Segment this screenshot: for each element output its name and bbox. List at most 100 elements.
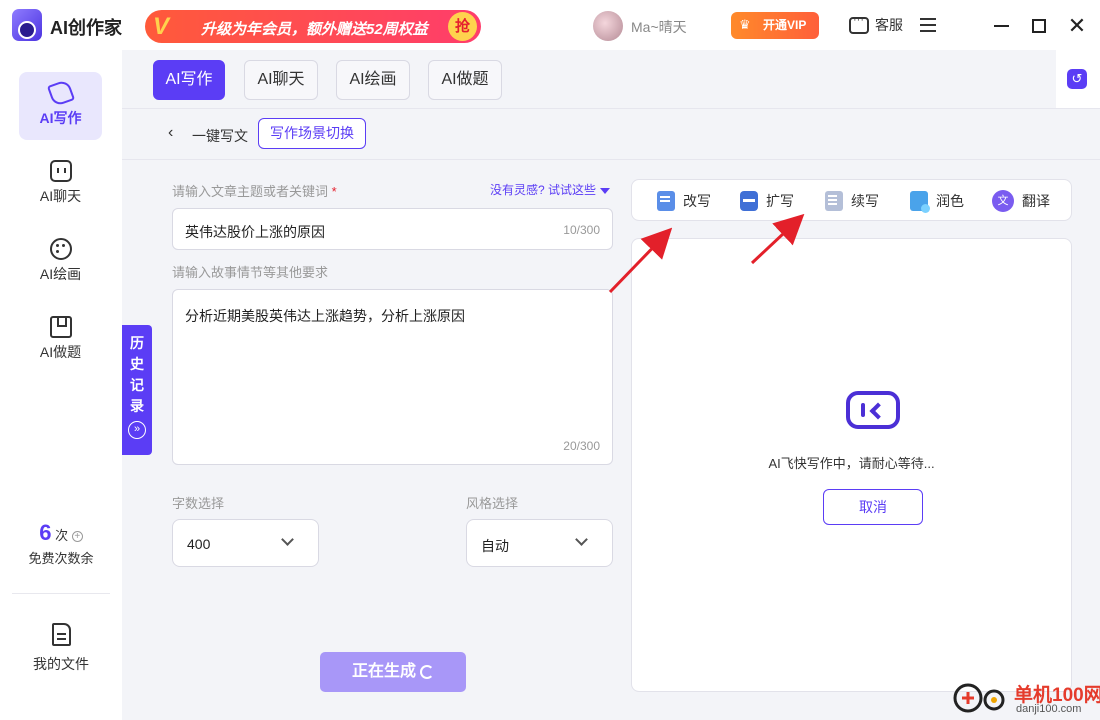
vip-button-label: 开通VIP [763,18,807,32]
inspiration-link[interactable]: 没有灵感? 试试这些 [490,181,611,198]
sidebar-item-label: AI做题 [39,344,82,360]
my-files-button[interactable]: 我的文件 [0,623,122,674]
add-credits-icon[interactable]: + [71,531,83,543]
generate-button[interactable]: 正在生成 [320,652,466,692]
inspiration-link-text: 没有灵感? 试试这些 [490,183,597,197]
translate-tool[interactable]: 文 翻译 [992,190,1050,212]
chevron-left-icon[interactable]: ‹ [168,124,173,142]
detail-label: 请输入故事情节等其他要求 [172,265,329,280]
loading-text: AI飞快写作中，请耐心等待... [768,456,935,471]
history-tab[interactable]: 历 史 记 录 » [122,325,152,455]
chat-bubble-icon [849,14,869,34]
tab-ai-chat[interactable]: AI聊天 [244,60,318,100]
double-chevron-right-icon: » [128,421,146,439]
tool-label: 翻译 [1022,193,1050,209]
promo-grab-badge[interactable]: 抢 [448,12,477,41]
service-label: 客服 [875,17,903,33]
history-char: 史 [130,356,144,372]
avatar[interactable] [593,11,623,41]
watermark: 单机100网 danji100.com [952,676,1100,720]
scene-switch-button[interactable]: 写作场景切换 [258,118,366,149]
history-char: 历 [130,335,144,351]
detail-textarea[interactable]: 分析近期美股英伟达上涨趋势，分析上涨原因 20/300 [172,289,613,465]
history-tab-label: 历 史 记 录 [122,333,152,417]
sidebar-item-ai-homework[interactable]: AI做题 [19,306,102,374]
translate-icon: 文 [992,190,1014,212]
sidebar-item-label: AI写作 [39,110,82,126]
tab-bar: AI写作 AI聊天 AI绘画 AI做题 ↺ [122,50,1100,109]
tool-label: 改写 [683,193,711,209]
watermark-url: danji100.com [1016,703,1082,715]
sidebar-item-label: AI绘画 [39,266,82,282]
file-icon [51,623,71,646]
promo-text: 升级为年会员，额外赠送52周权益 [201,21,428,38]
book-icon [49,316,72,338]
topic-label: 请输入文章主题或者关键词 * [172,181,337,200]
chevron-down-icon [281,533,294,546]
style-select[interactable]: 自动 [466,519,613,567]
app-logo-icon [12,9,42,41]
tab-ai-writing[interactable]: AI写作 [153,60,225,100]
topic-char-counter: 10/300 [563,223,600,237]
chevron-down-icon [575,533,588,546]
crown-icon: ♛ [739,17,751,32]
style-value: 自动 [481,538,509,554]
word-count-value: 400 [187,536,211,552]
tool-label: 润色 [936,193,964,209]
ai-tools-bar: 改写 扩写 续写 润色 文 翻译 [631,179,1072,221]
continue-tool[interactable]: 续写 [825,190,879,212]
chat-bot-icon [49,160,72,182]
sidebar-item-label: AI聊天 [39,188,82,204]
credits-count: 6 [39,520,52,545]
caret-down-icon [600,187,611,194]
generate-button-label: 正在生成 [351,663,416,680]
sub-header: ‹ 一键写文 写作场景切换 [122,109,1100,160]
vip-button[interactable]: ♛ 开通VIP [731,12,819,39]
tool-label: 扩写 [766,193,794,209]
tab-ai-painting[interactable]: AI绘画 [336,60,410,100]
rewrite-icon [657,191,675,211]
detail-char-counter: 20/300 [563,439,600,453]
history-char: 录 [130,398,144,414]
menu-icon[interactable] [920,18,936,32]
sidebar-divider [12,593,110,594]
my-files-label: 我的文件 [33,656,89,672]
detail-textarea-value: 分析近期美股英伟达上涨趋势，分析上涨原因 [185,308,465,324]
return-button[interactable]: ↺ [1056,50,1100,108]
promo-v-icon: V [153,13,170,40]
page-title: 一键写文 [192,128,248,144]
expand-tool[interactable]: 扩写 [740,190,794,212]
sidebar-item-ai-painting[interactable]: AI绘画 [19,228,102,296]
ai-writing-loader-icon [846,391,900,429]
credits-unit: 次 [55,528,69,543]
continue-icon [825,191,843,211]
tool-label: 续写 [851,193,879,209]
credits-label: 免费次数余 [28,551,94,566]
watermark-logo-icon [953,683,1005,713]
sidebar-item-ai-writing[interactable]: AI写作 [19,72,102,140]
sidebar-item-ai-chat[interactable]: AI聊天 [19,150,102,218]
tab-ai-homework[interactable]: AI做题 [428,60,502,100]
polish-tool[interactable]: 润色 [910,190,964,213]
return-icon: ↺ [1067,69,1087,89]
customer-service-button[interactable]: 客服 [849,14,903,35]
history-char: 记 [130,377,144,393]
sidebar: AI写作 AI聊天 AI绘画 AI做题 6 次 + 免费次数余 我的文件 [0,50,122,720]
rewrite-tool[interactable]: 改写 [657,190,711,212]
cancel-button[interactable]: 取消 [823,489,923,525]
topic-input[interactable]: 英伟达股价上涨的原因 10/300 [172,208,613,250]
maximize-icon[interactable] [1032,19,1046,33]
expand-icon [740,191,758,211]
word-count-select[interactable]: 400 [172,519,319,567]
required-mark: * [331,184,337,199]
close-icon[interactable]: ✕ [1067,14,1087,38]
word-count-label: 字数选择 [172,496,225,511]
output-panel: AI飞快写作中，请耐心等待... 取消 [631,238,1072,692]
promo-banner[interactable]: V 升级为年会员，额外赠送52周权益 抢 [145,10,481,43]
polish-icon [910,191,930,213]
free-credits: 6 次 + 免费次数余 [0,520,122,567]
username[interactable]: Ma~晴天 [631,17,687,37]
app-name: AI创作家 [50,18,122,38]
minimize-icon[interactable] [994,25,1009,27]
topic-label-text: 请输入文章主题或者关键词 [172,184,329,199]
